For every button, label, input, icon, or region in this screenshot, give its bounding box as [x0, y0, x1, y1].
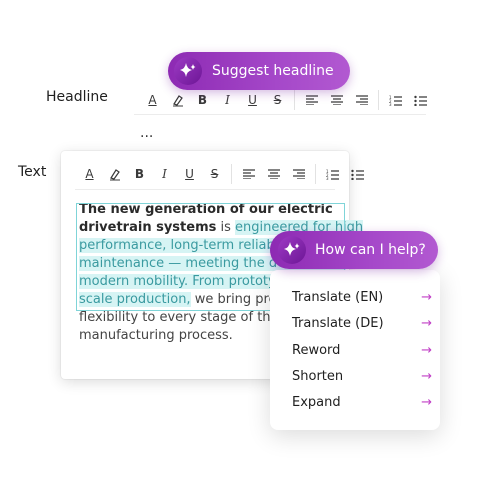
bullet-list-button[interactable]: [408, 89, 433, 111]
align-right-button[interactable]: [349, 89, 374, 111]
bold-button[interactable]: B: [127, 163, 152, 185]
bullet-list-icon: [414, 95, 427, 106]
italic-button[interactable]: I: [152, 163, 177, 185]
suggest-headline-label: Suggest headline: [212, 63, 334, 79]
toolbar-divider: [231, 164, 232, 184]
align-center-button[interactable]: [324, 89, 349, 111]
headline-label: Headline: [46, 89, 108, 105]
arrow-right-icon: →: [421, 290, 432, 305]
menu-item-translate-en[interactable]: Translate (EN) →: [292, 290, 432, 305]
how-can-i-help-label: How can I help?: [315, 242, 426, 258]
bold-button[interactable]: B: [190, 89, 215, 111]
editor-toolbar-divider: [75, 189, 335, 190]
ordered-list-icon: 123: [326, 169, 339, 180]
highlighter-icon: [109, 169, 120, 181]
toolbar-divider: [315, 164, 316, 184]
align-left-button[interactable]: [236, 163, 261, 185]
menu-item-label: Expand: [292, 395, 341, 410]
toolbar-divider: [294, 90, 295, 110]
suggest-headline-button[interactable]: Suggest headline: [168, 52, 350, 90]
align-right-button[interactable]: [286, 163, 311, 185]
stage: Headline A B I U S 123 ... Suggest headl…: [0, 0, 480, 480]
menu-item-label: Reword: [292, 343, 341, 358]
arrow-right-icon: →: [421, 343, 432, 358]
svg-text:3: 3: [389, 102, 392, 106]
underline-button[interactable]: U: [177, 163, 202, 185]
highlight-button[interactable]: [102, 163, 127, 185]
menu-item-label: Translate (EN): [292, 290, 384, 305]
menu-item-translate-de[interactable]: Translate (DE) →: [292, 316, 432, 331]
strikethrough-button[interactable]: S: [265, 89, 290, 111]
bullet-list-icon: [351, 169, 364, 180]
align-center-button[interactable]: [261, 163, 286, 185]
headline-input[interactable]: ...: [140, 125, 153, 141]
sparkle-icon: [174, 57, 202, 85]
align-center-icon: [330, 95, 343, 105]
menu-item-reword[interactable]: Reword →: [292, 343, 432, 358]
menu-item-label: Translate (DE): [292, 316, 384, 331]
ordered-list-button[interactable]: 123: [320, 163, 345, 185]
ordered-list-icon: 123: [389, 95, 402, 106]
align-left-button[interactable]: [299, 89, 324, 111]
menu-item-shorten[interactable]: Shorten →: [292, 369, 432, 384]
arrow-right-icon: →: [421, 395, 432, 410]
highlighter-icon: [172, 95, 183, 107]
align-center-icon: [267, 169, 280, 179]
align-right-icon: [292, 169, 305, 179]
menu-item-expand[interactable]: Expand →: [292, 395, 432, 410]
how-can-i-help-button[interactable]: How can I help?: [270, 231, 438, 269]
italic-button[interactable]: I: [215, 89, 240, 111]
svg-text:3: 3: [326, 176, 329, 180]
bullet-list-button[interactable]: [345, 163, 370, 185]
text-color-button[interactable]: A: [140, 89, 165, 111]
align-right-icon: [355, 95, 368, 105]
text-color-button[interactable]: A: [77, 163, 102, 185]
strikethrough-button[interactable]: S: [202, 163, 227, 185]
headline-toolbar: A B I U S 123: [140, 88, 433, 112]
text-toolbar: A B I U S 123: [77, 162, 370, 186]
text-label: Text: [18, 164, 47, 180]
underline-button[interactable]: U: [240, 89, 265, 111]
arrow-right-icon: →: [421, 316, 432, 331]
toolbar-divider: [378, 90, 379, 110]
menu-item-label: Shorten: [292, 369, 344, 384]
highlight-button[interactable]: [165, 89, 190, 111]
arrow-right-icon: →: [421, 369, 432, 384]
sparkle-icon: [278, 236, 306, 264]
body-text: is: [216, 220, 236, 235]
ordered-list-button[interactable]: 123: [383, 89, 408, 111]
align-left-icon: [305, 95, 318, 105]
align-left-icon: [242, 169, 255, 179]
